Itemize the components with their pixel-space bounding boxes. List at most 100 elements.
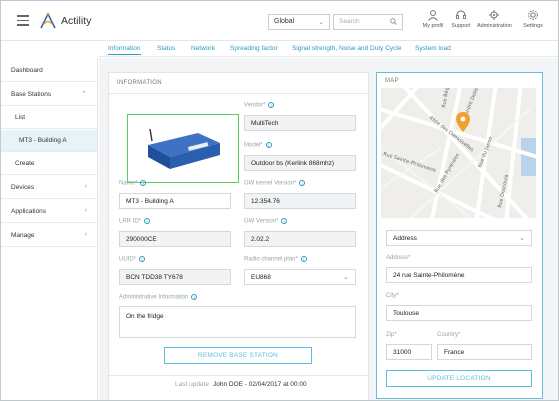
chevron-down-icon: ⌄ bbox=[519, 235, 525, 242]
info-icon[interactable]: i bbox=[281, 218, 288, 224]
tab-information[interactable]: Information bbox=[108, 45, 141, 55]
info-icon[interactable]: i bbox=[191, 294, 198, 300]
tab-bar: Information Status Network Spreading fac… bbox=[98, 43, 558, 57]
radio-plan-select[interactable]: EU868 ⌄ bbox=[244, 269, 356, 285]
gw-kernel-label: GW kernel Version* i bbox=[244, 180, 306, 187]
chevron-left-icon: ‹ bbox=[84, 231, 87, 238]
chevron-left-icon: ‹ bbox=[84, 183, 87, 190]
admin-info-label: Administrative Information i bbox=[119, 294, 198, 301]
info-icon[interactable]: i bbox=[139, 256, 146, 262]
lrr-id-label: LRR ID* i bbox=[119, 218, 151, 225]
zip-label: Zip* bbox=[386, 332, 397, 338]
settings-label: Settings bbox=[523, 23, 543, 29]
device-image bbox=[127, 114, 239, 183]
settings-button[interactable]: Settings bbox=[516, 9, 550, 29]
administration-icon bbox=[489, 10, 499, 20]
info-icon[interactable]: i bbox=[300, 256, 307, 262]
update-location-button[interactable]: UPDATE LOCATION bbox=[386, 370, 532, 387]
sidebar-item-label: Applications bbox=[11, 208, 47, 215]
sidebar-item-mt3-building-a[interactable]: MT3 - Building A bbox=[1, 130, 97, 152]
gateway-device-image bbox=[148, 128, 220, 169]
sidebar: Dashboard Base Stations ⌃ List MT3 - Bui… bbox=[1, 58, 98, 400]
address-field[interactable]: 24 rue Sainte-Philomène bbox=[386, 267, 532, 283]
sidebar-item-label: MT3 - Building A bbox=[19, 137, 67, 144]
model-label: Model* i bbox=[244, 142, 272, 149]
app-window: Actility Global ⌄ Search My profil Suppo… bbox=[0, 0, 559, 401]
sidebar-item-label: Devices bbox=[11, 184, 35, 191]
lrr-id-field: 290000CE bbox=[119, 231, 231, 247]
address-label: Address* bbox=[386, 255, 411, 261]
tab-system-load[interactable]: System load bbox=[415, 45, 451, 52]
gw-kernel-field: 12.354.76 bbox=[244, 193, 356, 209]
chevron-down-icon: ⌄ bbox=[343, 274, 349, 281]
vendor-field: MultiTech bbox=[244, 115, 356, 131]
info-icon[interactable]: i bbox=[268, 102, 275, 108]
search-placeholder: Search bbox=[339, 18, 360, 25]
gw-version-label: GW Version* i bbox=[244, 218, 288, 225]
information-title: INFORMATION bbox=[117, 80, 162, 86]
uuid-label: UUID* i bbox=[119, 256, 146, 263]
chevron-up-icon: ⌃ bbox=[81, 91, 87, 98]
sidebar-item-label: Base Stations bbox=[11, 91, 52, 98]
tab-spreading-factor[interactable]: Spreading factor bbox=[230, 45, 278, 52]
last-update-value: John DOE - 02/04/2017 at 00:00 bbox=[212, 381, 307, 388]
region-select[interactable]: Global ⌄ bbox=[268, 14, 330, 30]
my-profil-label: My profil bbox=[422, 23, 444, 29]
info-icon[interactable]: i bbox=[299, 180, 306, 186]
map-title: MAP bbox=[385, 78, 399, 84]
gear-icon bbox=[528, 10, 538, 20]
actility-logo bbox=[40, 12, 56, 29]
info-icon[interactable]: i bbox=[265, 142, 272, 148]
info-icon[interactable]: i bbox=[144, 218, 151, 224]
zip-field[interactable]: 31000 bbox=[386, 344, 432, 360]
vendor-label: Vendor* i bbox=[244, 102, 275, 109]
last-update-label: Last update bbox=[175, 381, 209, 388]
sidebar-item-dashboard[interactable]: Dashboard bbox=[1, 60, 97, 82]
support-button[interactable]: Support bbox=[444, 9, 478, 29]
last-update: Last update John DOE - 02/04/2017 at 00:0… bbox=[175, 381, 307, 388]
tab-status[interactable]: Status bbox=[157, 45, 175, 52]
search-icon bbox=[390, 18, 397, 25]
sidebar-item-label: Dashboard bbox=[11, 67, 43, 74]
app-name: Actility bbox=[61, 15, 92, 27]
city-label: City* bbox=[386, 293, 399, 299]
sidebar-item-label: Create bbox=[15, 160, 35, 167]
map-view[interactable]: Rue Bégué Rue André Delieux Allée des De… bbox=[381, 88, 536, 218]
name-label: Name* i bbox=[119, 180, 147, 187]
uuid-field: BCN TDD38 TY678 bbox=[119, 269, 231, 285]
name-field[interactable]: MT3 - Building A bbox=[119, 193, 231, 209]
sidebar-item-list[interactable]: List bbox=[1, 107, 97, 129]
country-label: Country* bbox=[437, 332, 461, 338]
sidebar-item-manage[interactable]: Manage ‹ bbox=[1, 225, 97, 247]
administration-label: Administration bbox=[477, 23, 512, 29]
sidebar-item-create[interactable]: Create bbox=[1, 153, 97, 175]
sidebar-item-devices[interactable]: Devices ‹ bbox=[1, 177, 97, 199]
remove-base-station-button[interactable]: REMOVE BASE STATION bbox=[164, 347, 312, 364]
main-content: INFORMATION Vendor* i MultiTech Model* i O… bbox=[99, 58, 558, 400]
sidebar-item-applications[interactable]: Applications ‹ bbox=[1, 201, 97, 223]
admin-info-textarea[interactable]: On the fridge bbox=[119, 306, 356, 338]
user-icon bbox=[428, 10, 438, 21]
chevron-left-icon: ‹ bbox=[84, 207, 87, 214]
administration-button[interactable]: Administration bbox=[477, 9, 512, 29]
information-panel: INFORMATION Vendor* i MultiTech Model* i O… bbox=[108, 72, 370, 400]
chevron-down-icon: ⌄ bbox=[318, 19, 324, 26]
city-field[interactable]: Toulouse bbox=[386, 305, 532, 321]
model-field: Outdoor bs (Kerlink 868mhz) bbox=[244, 155, 356, 171]
top-bar: Actility Global ⌄ Search My profil Suppo… bbox=[1, 1, 558, 41]
gw-version-field: 2.02.2 bbox=[244, 231, 356, 247]
sidebar-item-label: List bbox=[15, 114, 26, 121]
support-label: Support bbox=[451, 23, 471, 29]
street-map: Rue Bégué Rue André Delieux Allée des De… bbox=[381, 88, 536, 218]
tab-signal-strength[interactable]: Signal strength, Noise and Duty Cycle bbox=[292, 45, 401, 52]
sidebar-item-base-stations[interactable]: Base Stations ⌃ bbox=[1, 84, 97, 106]
map-panel: MAP Rue Bégué Rue André Delieux Allée de… bbox=[376, 72, 543, 399]
search-input[interactable]: Search bbox=[333, 14, 403, 30]
menu-icon[interactable] bbox=[17, 15, 29, 26]
address-type-select[interactable]: Address ⌄ bbox=[386, 230, 532, 246]
tab-network[interactable]: Network bbox=[191, 45, 215, 52]
country-field[interactable]: France bbox=[437, 344, 532, 360]
region-value: Global bbox=[274, 18, 295, 25]
info-icon[interactable]: i bbox=[140, 180, 147, 186]
radio-plan-label: Radio channel plan* i bbox=[244, 256, 307, 263]
